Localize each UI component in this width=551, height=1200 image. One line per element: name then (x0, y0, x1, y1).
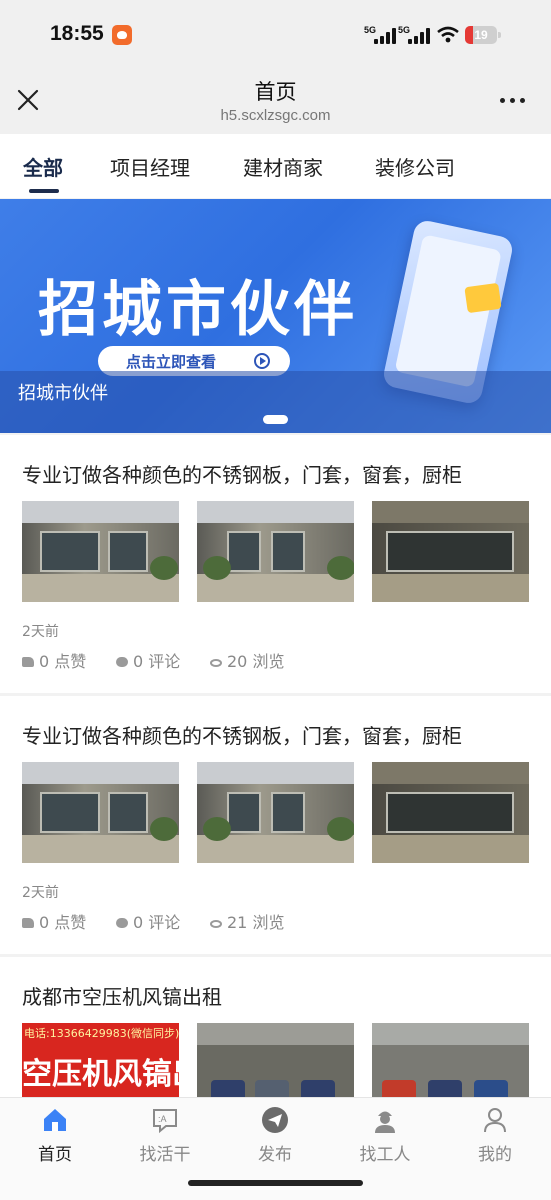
battery-icon: 19 (465, 26, 497, 44)
post-title: 成都市空压机风镐出租 (22, 985, 222, 1009)
tabbar-item-find-work[interactable]: :A 找活干 (125, 1106, 205, 1165)
worker-icon (375, 1111, 395, 1133)
view-count: 20 (227, 652, 248, 671)
eye-icon (210, 920, 222, 928)
carousel-indicator (263, 415, 288, 424)
tab-building-materials[interactable]: 建材商家 (243, 152, 323, 181)
home-icon (44, 1109, 66, 1131)
page-url: h5.scxlzsgc.com (220, 107, 331, 124)
app-notification-icon (112, 25, 132, 45)
signal-strength-icon-2 (408, 28, 430, 44)
post-title: 专业订做各种颜色的不锈钢板，门套，窗套，厨柜 (22, 463, 462, 487)
post-card[interactable]: 专业订做各种颜色的不锈钢板，门套，窗套，厨柜 2天前 0 点赞 0 评论 20 … (0, 435, 551, 693)
comment-count: 0 (133, 652, 144, 671)
like-label: 点赞 (54, 652, 87, 671)
page-title: 首页 (254, 80, 297, 104)
post-image[interactable] (197, 501, 354, 602)
tabbar-item-home[interactable]: 首页 (15, 1106, 95, 1165)
like-count: 0 (39, 652, 50, 671)
comment-label: 评论 (148, 652, 181, 671)
tab-project-manager[interactable]: 项目经理 (110, 152, 190, 181)
banner-headline: 招城市伙伴 (38, 275, 358, 345)
status-bar: 18:55 5G 5G 19 (0, 0, 551, 68)
post-image[interactable] (372, 501, 529, 602)
tabbar-item-publish[interactable]: 发布 (235, 1106, 315, 1165)
post-card[interactable]: 成都市空压机风镐出租 电话:13366429983(微信同步) 空压机风镐出租 (0, 957, 551, 1097)
chat-translate-icon: :A (153, 1109, 177, 1134)
view-stat: 21 浏览 (210, 909, 284, 933)
wifi-icon (437, 26, 459, 43)
post-image[interactable] (22, 762, 179, 863)
card-illustration (464, 282, 502, 314)
like-stat[interactable]: 0 点赞 (22, 909, 86, 933)
view-stat: 20 浏览 (210, 648, 284, 672)
post-image[interactable] (372, 1023, 529, 1097)
comment-stat[interactable]: 0 评论 (116, 648, 180, 672)
tabbar-item-profile[interactable]: 我的 (455, 1106, 535, 1165)
view-label: 浏览 (252, 913, 285, 932)
post-card[interactable]: 专业订做各种颜色的不锈钢板，门套，窗套，厨柜 2天前 0 点赞 0 评论 21 … (0, 696, 551, 954)
tabbar-label: 发布 (258, 1145, 292, 1165)
thumbs-up-icon (22, 657, 34, 667)
tab-decoration-company[interactable]: 装修公司 (375, 152, 455, 181)
tabbar-label: 我的 (478, 1145, 512, 1165)
like-stat[interactable]: 0 点赞 (22, 648, 86, 672)
post-title: 专业订做各种颜色的不锈钢板，门套，窗套，厨柜 (22, 724, 462, 748)
view-count: 21 (227, 913, 248, 932)
comment-icon (116, 918, 128, 928)
comment-label: 评论 (148, 913, 181, 932)
post-image[interactable] (372, 762, 529, 863)
tabbar-label: 找活干 (139, 1145, 191, 1165)
tabbar-item-find-workers[interactable]: 找工人 (345, 1106, 425, 1165)
status-time: 18:55 (50, 22, 104, 45)
sign-main-text: 空压机风镐出租 (22, 1057, 179, 1092)
home-indicator (188, 1180, 363, 1186)
sign-phone-text: 电话:13366429983(微信同步) (24, 1027, 179, 1040)
tabbar-label: 找工人 (359, 1145, 411, 1165)
tabbar-label: 首页 (38, 1145, 72, 1165)
comment-count: 0 (133, 913, 144, 932)
eye-icon (210, 659, 222, 667)
more-menu-icon[interactable] (498, 90, 528, 110)
navigation-bar: 首页 h5.scxlzsgc.com (0, 68, 551, 134)
signal-strength-icon (374, 28, 396, 44)
send-icon (262, 1107, 288, 1133)
post-image[interactable] (197, 1023, 354, 1097)
play-icon (254, 353, 270, 369)
comment-icon (116, 657, 128, 667)
post-image[interactable] (197, 762, 354, 863)
like-label: 点赞 (54, 913, 87, 932)
banner-cta-label: 点击立即查看 (126, 353, 217, 371)
promo-banner[interactable]: 招城市伙伴 点击立即查看 招城市伙伴 (0, 199, 551, 433)
comment-stat[interactable]: 0 评论 (116, 909, 180, 933)
view-label: 浏览 (252, 652, 285, 671)
category-tabs: 全部 项目经理 建材商家 装修公司 (0, 134, 551, 198)
thumbs-up-icon (22, 918, 34, 928)
post-image[interactable]: 电话:13366429983(微信同步) 空压机风镐出租 (22, 1023, 179, 1097)
battery-level: 19 (474, 28, 488, 42)
user-icon (484, 1108, 506, 1133)
banner-caption: 招城市伙伴 (18, 383, 108, 404)
battery-tip (498, 32, 501, 38)
like-count: 0 (39, 913, 50, 932)
active-tab-indicator (29, 189, 59, 193)
svg-text::A: :A (158, 1114, 167, 1124)
post-image[interactable] (22, 501, 179, 602)
post-time: 2天前 (22, 624, 59, 640)
post-time: 2天前 (22, 885, 59, 901)
tab-all[interactable]: 全部 (23, 152, 63, 181)
